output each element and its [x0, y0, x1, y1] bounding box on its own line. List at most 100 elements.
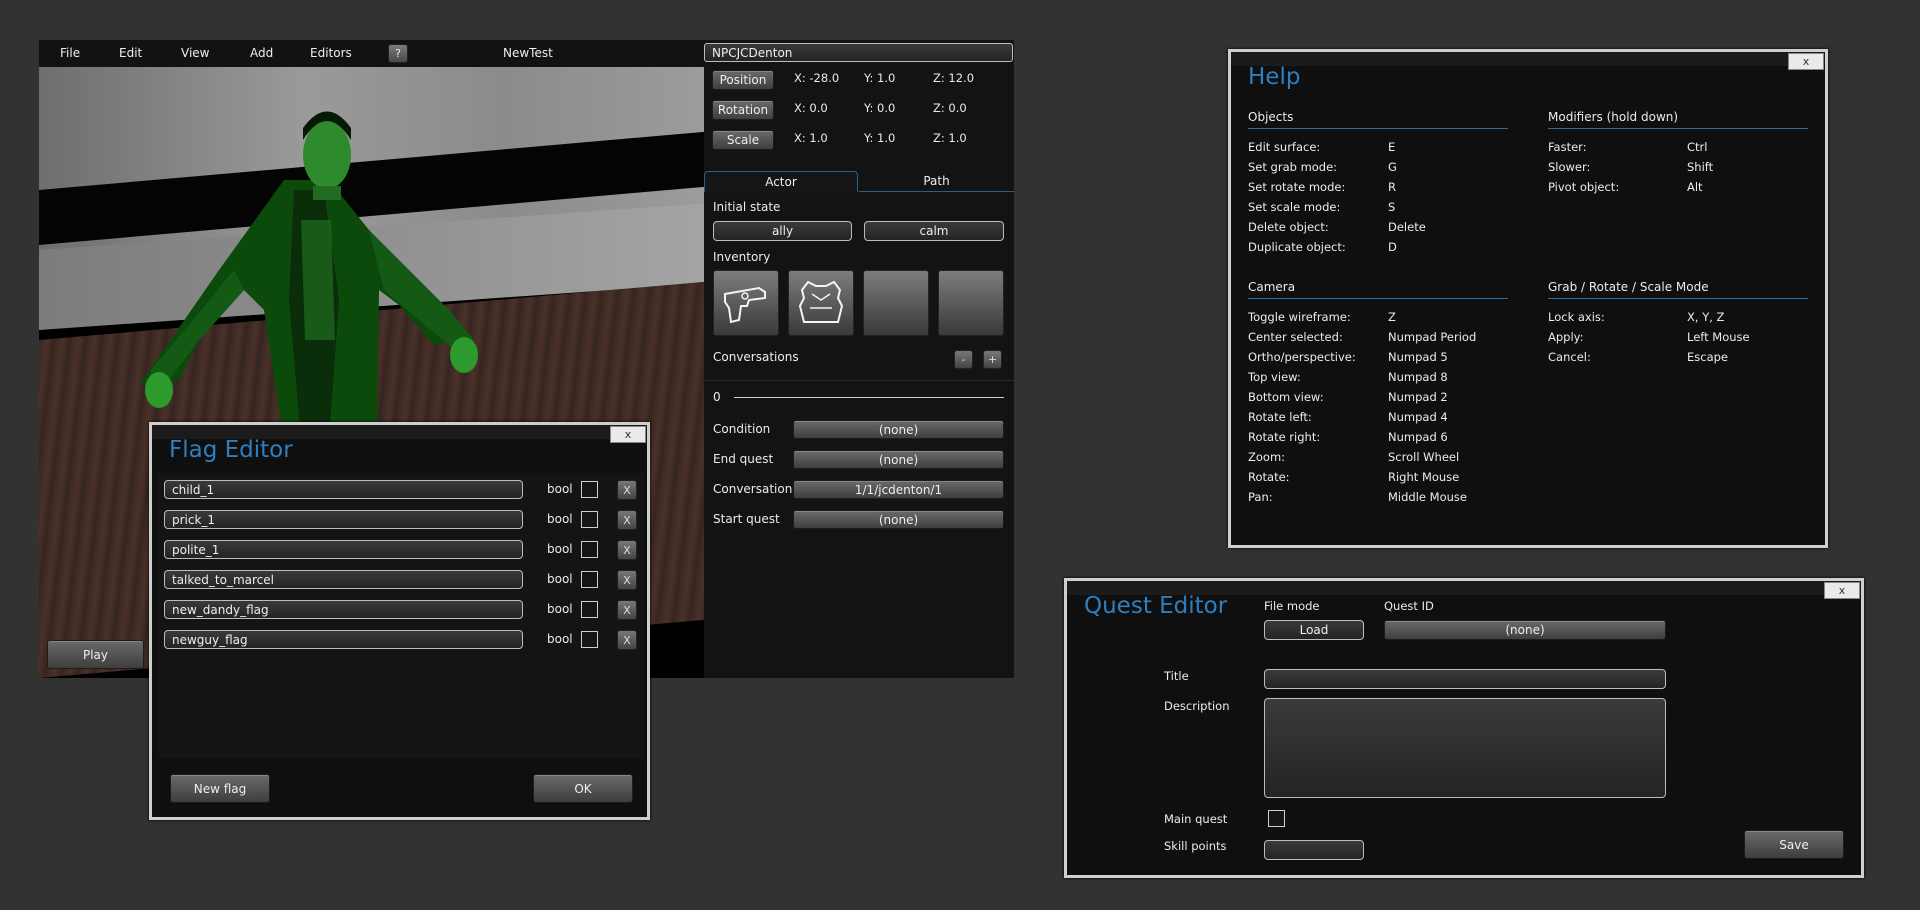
scale-x: X: 1.0	[794, 131, 828, 145]
menu-file[interactable]: File	[60, 40, 80, 67]
quest-editor-title: Quest Editor	[1084, 593, 1228, 619]
scale-button[interactable]: Scale	[712, 130, 774, 150]
help-key: D	[1388, 240, 1397, 254]
remove-flag-button[interactable]: X	[617, 570, 637, 590]
inventory-slot-4[interactable]	[938, 270, 1004, 336]
pistol-icon	[724, 286, 766, 324]
help-action: Edit surface:	[1248, 140, 1321, 154]
help-close-button[interactable]: x	[1788, 53, 1824, 70]
flag-list: child_1 bool X prick_1 bool X polite_1 b…	[157, 473, 644, 758]
help-key: Shift	[1687, 160, 1714, 174]
flag-name-input[interactable]: prick_1	[164, 510, 523, 529]
initial-state-label: Initial state	[713, 200, 781, 214]
flag-name-input[interactable]: new_dandy_flag	[164, 600, 523, 619]
flag-name-input[interactable]: polite_1	[164, 540, 523, 559]
help-action: Toggle wireframe:	[1248, 310, 1351, 324]
help-key: G	[1388, 160, 1397, 174]
scale-z: Z: 1.0	[933, 131, 967, 145]
new-flag-button[interactable]: New flag	[170, 774, 270, 803]
remove-flag-button[interactable]: X	[617, 480, 637, 500]
file-mode-toggle[interactable]: Load	[1264, 620, 1364, 640]
help-grab-heading: Grab / Rotate / Scale Mode	[1548, 280, 1709, 294]
title-input[interactable]	[1264, 669, 1666, 689]
save-button[interactable]: Save	[1744, 830, 1844, 859]
help-key: R	[1388, 180, 1396, 194]
help-action: Top view:	[1248, 370, 1301, 384]
help-key: Numpad 2	[1388, 390, 1448, 404]
help-objects-divider	[1248, 128, 1508, 129]
position-button[interactable]: Position	[712, 70, 774, 90]
remove-flag-button[interactable]: X	[617, 510, 637, 530]
play-button[interactable]: Play	[47, 640, 144, 669]
remove-flag-button[interactable]: X	[617, 600, 637, 620]
object-name-field[interactable]: NPCJCDenton	[704, 43, 1013, 62]
menu-editors[interactable]: Editors	[310, 40, 352, 67]
help-key: Right Mouse	[1388, 470, 1460, 484]
help-action: Delete object:	[1248, 220, 1329, 234]
flag-value-checkbox[interactable]	[581, 631, 598, 648]
help-key: E	[1388, 140, 1396, 154]
inventory-label: Inventory	[713, 250, 771, 264]
remove-flag-button[interactable]: X	[617, 630, 637, 650]
menu-add[interactable]: Add	[250, 40, 273, 67]
inventory-slot-1[interactable]	[713, 270, 779, 336]
help-action: Set scale mode:	[1248, 200, 1341, 214]
flag-value-checkbox[interactable]	[581, 481, 598, 498]
flag-type-label: bool	[547, 542, 573, 556]
description-textarea[interactable]	[1264, 698, 1666, 798]
help-action: Rotate left:	[1248, 410, 1312, 424]
help-button[interactable]: ?	[388, 44, 408, 63]
main-quest-checkbox[interactable]	[1268, 810, 1285, 827]
menu-view[interactable]: View	[181, 40, 209, 67]
quest-id-label: Quest ID	[1384, 599, 1434, 613]
conversation-slider[interactable]	[734, 397, 1004, 398]
ok-button[interactable]: OK	[533, 774, 633, 803]
tab-actor[interactable]: Actor	[704, 171, 858, 192]
inventory-slot-2[interactable]	[788, 270, 854, 336]
help-objects-heading: Objects	[1248, 110, 1294, 124]
help-key: Left Mouse	[1687, 330, 1750, 344]
initial-state-ally[interactable]: ally	[713, 221, 852, 241]
menu-edit[interactable]: Edit	[119, 40, 142, 67]
help-camera-divider	[1248, 298, 1508, 299]
end-quest-select[interactable]: (none)	[793, 450, 1004, 469]
help-key: Escape	[1687, 350, 1729, 364]
flag-value-checkbox[interactable]	[581, 541, 598, 558]
conversation-select[interactable]: 1/1/jcdenton/1	[793, 480, 1004, 499]
inventory-slot-3[interactable]	[863, 270, 929, 336]
flag-name-input[interactable]: child_1	[164, 480, 523, 499]
help-action: Set rotate mode:	[1248, 180, 1346, 194]
flag-value-checkbox[interactable]	[581, 601, 598, 618]
quest-id-select[interactable]: (none)	[1384, 620, 1666, 640]
flag-row: polite_1 bool X	[157, 540, 644, 562]
flag-row: newguy_flag bool X	[157, 630, 644, 652]
flag-editor-close-button[interactable]: x	[610, 426, 646, 443]
condition-label: Condition	[713, 422, 771, 436]
start-quest-label: Start quest	[713, 512, 780, 526]
rotation-button[interactable]: Rotation	[712, 100, 774, 120]
conversation-label: Conversation	[713, 482, 793, 496]
flag-name-input[interactable]: newguy_flag	[164, 630, 523, 649]
help-action: Slower:	[1548, 160, 1591, 174]
rotation-z: Z: 0.0	[933, 101, 967, 115]
help-key: X, Y, Z	[1687, 310, 1725, 324]
help-action: Apply:	[1548, 330, 1584, 344]
add-conversation-button[interactable]: +	[983, 350, 1002, 369]
skill-points-input[interactable]	[1264, 840, 1364, 860]
condition-select[interactable]: (none)	[793, 420, 1004, 439]
tab-path[interactable]: Path	[859, 171, 1014, 192]
skill-points-label: Skill points	[1164, 839, 1227, 853]
help-grab-divider	[1548, 298, 1808, 299]
flag-value-checkbox[interactable]	[581, 511, 598, 528]
flag-name-input[interactable]: talked_to_marcel	[164, 570, 523, 589]
initial-state-calm[interactable]: calm	[864, 221, 1004, 241]
help-key: Delete	[1388, 220, 1426, 234]
help-modifiers-divider	[1548, 128, 1808, 129]
quest-editor-close-button[interactable]: x	[1824, 582, 1860, 599]
flag-value-checkbox[interactable]	[581, 571, 598, 588]
file-mode-label: File mode	[1264, 599, 1320, 613]
remove-conversation-button[interactable]: -	[954, 350, 973, 369]
position-z: Z: 12.0	[933, 71, 975, 85]
start-quest-select[interactable]: (none)	[793, 510, 1004, 529]
remove-flag-button[interactable]: X	[617, 540, 637, 560]
